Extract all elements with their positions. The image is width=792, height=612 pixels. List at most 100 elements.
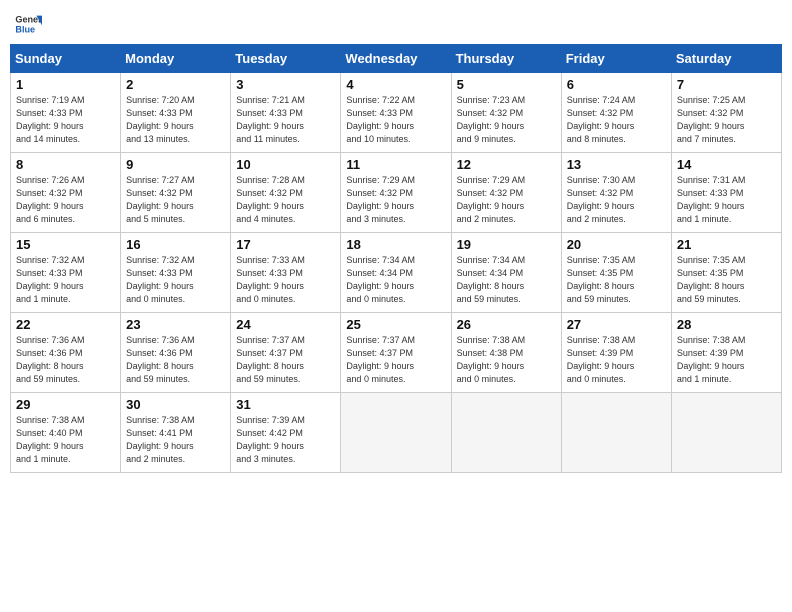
- day-number: 29: [16, 397, 115, 412]
- day-number: 28: [677, 317, 776, 332]
- calendar-table: SundayMondayTuesdayWednesdayThursdayFrid…: [10, 44, 782, 473]
- calendar-cell: 10 Sunrise: 7:28 AMSunset: 4:32 PMDayligh…: [231, 153, 341, 233]
- day-number: 7: [677, 77, 776, 92]
- calendar-cell: 21 Sunrise: 7:35 AMSunset: 4:35 PMDayligh…: [671, 233, 781, 313]
- day-info: Sunrise: 7:38 AMSunset: 4:38 PMDaylight:…: [457, 334, 556, 386]
- day-info: Sunrise: 7:36 AMSunset: 4:36 PMDaylight:…: [16, 334, 115, 386]
- calendar-cell: 12 Sunrise: 7:29 AMSunset: 4:32 PMDayligh…: [451, 153, 561, 233]
- day-info: Sunrise: 7:31 AMSunset: 4:33 PMDaylight:…: [677, 174, 776, 226]
- calendar-cell: 20 Sunrise: 7:35 AMSunset: 4:35 PMDayligh…: [561, 233, 671, 313]
- week-row-3: 15Sunrise: 7:32 AMSunset: 4:33 PMDayligh…: [11, 233, 782, 313]
- day-number: 31: [236, 397, 335, 412]
- day-number: 3: [236, 77, 335, 92]
- day-info: Sunrise: 7:19 AMSunset: 4:33 PMDaylight:…: [16, 94, 115, 146]
- svg-text:Blue: Blue: [15, 24, 35, 34]
- calendar-cell: 16 Sunrise: 7:32 AMSunset: 4:33 PMDayligh…: [121, 233, 231, 313]
- day-info: Sunrise: 7:32 AMSunset: 4:33 PMDaylight:…: [16, 254, 115, 306]
- day-info: Sunrise: 7:29 AMSunset: 4:32 PMDaylight:…: [457, 174, 556, 226]
- day-number: 18: [346, 237, 445, 252]
- week-row-1: 1 Sunrise: 7:19 AMSunset: 4:33 PMDaylight…: [11, 73, 782, 153]
- calendar-cell: 4 Sunrise: 7:22 AMSunset: 4:33 PMDaylight…: [341, 73, 451, 153]
- calendar-cell: 28 Sunrise: 7:38 AMSunset: 4:39 PMDayligh…: [671, 313, 781, 393]
- day-number: 26: [457, 317, 556, 332]
- calendar-cell: 24Sunrise: 7:37 AMSunset: 4:37 PMDayligh…: [231, 313, 341, 393]
- calendar-cell: 29 Sunrise: 7:38 AMSunset: 4:40 PMDayligh…: [11, 393, 121, 473]
- calendar-cell: 22 Sunrise: 7:36 AMSunset: 4:36 PMDayligh…: [11, 313, 121, 393]
- day-number: 13: [567, 157, 666, 172]
- day-number: 8: [16, 157, 115, 172]
- day-info: Sunrise: 7:25 AMSunset: 4:32 PMDaylight:…: [677, 94, 776, 146]
- day-number: 6: [567, 77, 666, 92]
- calendar-cell: [451, 393, 561, 473]
- week-row-4: 22 Sunrise: 7:36 AMSunset: 4:36 PMDayligh…: [11, 313, 782, 393]
- day-number: 20: [567, 237, 666, 252]
- calendar-cell: 31 Sunrise: 7:39 AMSunset: 4:42 PMDayligh…: [231, 393, 341, 473]
- col-header-saturday: Saturday: [671, 45, 781, 73]
- col-header-tuesday: Tuesday: [231, 45, 341, 73]
- day-info: Sunrise: 7:38 AMSunset: 4:40 PMDaylight:…: [16, 414, 115, 466]
- day-info: Sunrise: 7:32 AMSunset: 4:33 PMDaylight:…: [126, 254, 225, 306]
- calendar-cell: [671, 393, 781, 473]
- calendar-cell: 7 Sunrise: 7:25 AMSunset: 4:32 PMDaylight…: [671, 73, 781, 153]
- day-info: Sunrise: 7:39 AMSunset: 4:42 PMDaylight:…: [236, 414, 335, 466]
- day-info: Sunrise: 7:26 AMSunset: 4:32 PMDaylight:…: [16, 174, 115, 226]
- logo: General Blue: [14, 10, 44, 38]
- day-number: 23: [126, 317, 225, 332]
- day-info: Sunrise: 7:37 AMSunset: 4:37 PMDaylight:…: [346, 334, 445, 386]
- calendar-cell: 19 Sunrise: 7:34 AMSunset: 4:34 PMDayligh…: [451, 233, 561, 313]
- calendar-cell: 5Sunrise: 7:23 AMSunset: 4:32 PMDaylight…: [451, 73, 561, 153]
- day-number: 1: [16, 77, 115, 92]
- page-header: General Blue: [10, 10, 782, 38]
- logo-icon: General Blue: [14, 10, 42, 38]
- calendar-cell: [561, 393, 671, 473]
- col-header-friday: Friday: [561, 45, 671, 73]
- calendar-cell: 23 Sunrise: 7:36 AMSunset: 4:36 PMDayligh…: [121, 313, 231, 393]
- calendar-cell: 15Sunrise: 7:32 AMSunset: 4:33 PMDayligh…: [11, 233, 121, 313]
- day-info: Sunrise: 7:28 AMSunset: 4:32 PMDaylight:…: [236, 174, 335, 226]
- day-number: 9: [126, 157, 225, 172]
- day-info: Sunrise: 7:24 AMSunset: 4:32 PMDaylight:…: [567, 94, 666, 146]
- day-info: Sunrise: 7:22 AMSunset: 4:33 PMDaylight:…: [346, 94, 445, 146]
- day-number: 2: [126, 77, 225, 92]
- col-header-thursday: Thursday: [451, 45, 561, 73]
- header-row: SundayMondayTuesdayWednesdayThursdayFrid…: [11, 45, 782, 73]
- day-info: Sunrise: 7:33 AMSunset: 4:33 PMDaylight:…: [236, 254, 335, 306]
- day-number: 14: [677, 157, 776, 172]
- calendar-cell: 6 Sunrise: 7:24 AMSunset: 4:32 PMDaylight…: [561, 73, 671, 153]
- calendar-cell: 8 Sunrise: 7:26 AMSunset: 4:32 PMDaylight…: [11, 153, 121, 233]
- calendar-cell: 18 Sunrise: 7:34 AMSunset: 4:34 PMDayligh…: [341, 233, 451, 313]
- day-number: 12: [457, 157, 556, 172]
- calendar-cell: 9 Sunrise: 7:27 AMSunset: 4:32 PMDaylight…: [121, 153, 231, 233]
- day-number: 10: [236, 157, 335, 172]
- day-info: Sunrise: 7:21 AMSunset: 4:33 PMDaylight:…: [236, 94, 335, 146]
- day-number: 16: [126, 237, 225, 252]
- day-info: Sunrise: 7:34 AMSunset: 4:34 PMDaylight:…: [457, 254, 556, 306]
- day-number: 5: [457, 77, 556, 92]
- day-info: Sunrise: 7:35 AMSunset: 4:35 PMDaylight:…: [567, 254, 666, 306]
- day-info: Sunrise: 7:38 AMSunset: 4:39 PMDaylight:…: [567, 334, 666, 386]
- day-info: Sunrise: 7:20 AMSunset: 4:33 PMDaylight:…: [126, 94, 225, 146]
- calendar-cell: 30Sunrise: 7:38 AMSunset: 4:41 PMDayligh…: [121, 393, 231, 473]
- day-number: 19: [457, 237, 556, 252]
- day-info: Sunrise: 7:36 AMSunset: 4:36 PMDaylight:…: [126, 334, 225, 386]
- day-number: 22: [16, 317, 115, 332]
- day-number: 4: [346, 77, 445, 92]
- day-info: Sunrise: 7:27 AMSunset: 4:32 PMDaylight:…: [126, 174, 225, 226]
- day-number: 21: [677, 237, 776, 252]
- day-info: Sunrise: 7:29 AMSunset: 4:32 PMDaylight:…: [346, 174, 445, 226]
- col-header-sunday: Sunday: [11, 45, 121, 73]
- calendar-cell: 2 Sunrise: 7:20 AMSunset: 4:33 PMDaylight…: [121, 73, 231, 153]
- calendar-cell: 3 Sunrise: 7:21 AMSunset: 4:33 PMDaylight…: [231, 73, 341, 153]
- day-info: Sunrise: 7:38 AMSunset: 4:41 PMDaylight:…: [126, 414, 225, 466]
- day-info: Sunrise: 7:38 AMSunset: 4:39 PMDaylight:…: [677, 334, 776, 386]
- day-info: Sunrise: 7:34 AMSunset: 4:34 PMDaylight:…: [346, 254, 445, 306]
- calendar-cell: 25Sunrise: 7:37 AMSunset: 4:37 PMDayligh…: [341, 313, 451, 393]
- day-info: Sunrise: 7:35 AMSunset: 4:35 PMDaylight:…: [677, 254, 776, 306]
- day-number: 27: [567, 317, 666, 332]
- day-number: 24: [236, 317, 335, 332]
- col-header-wednesday: Wednesday: [341, 45, 451, 73]
- calendar-cell: 13 Sunrise: 7:30 AMSunset: 4:32 PMDayligh…: [561, 153, 671, 233]
- calendar-cell: 26 Sunrise: 7:38 AMSunset: 4:38 PMDayligh…: [451, 313, 561, 393]
- day-info: Sunrise: 7:30 AMSunset: 4:32 PMDaylight:…: [567, 174, 666, 226]
- col-header-monday: Monday: [121, 45, 231, 73]
